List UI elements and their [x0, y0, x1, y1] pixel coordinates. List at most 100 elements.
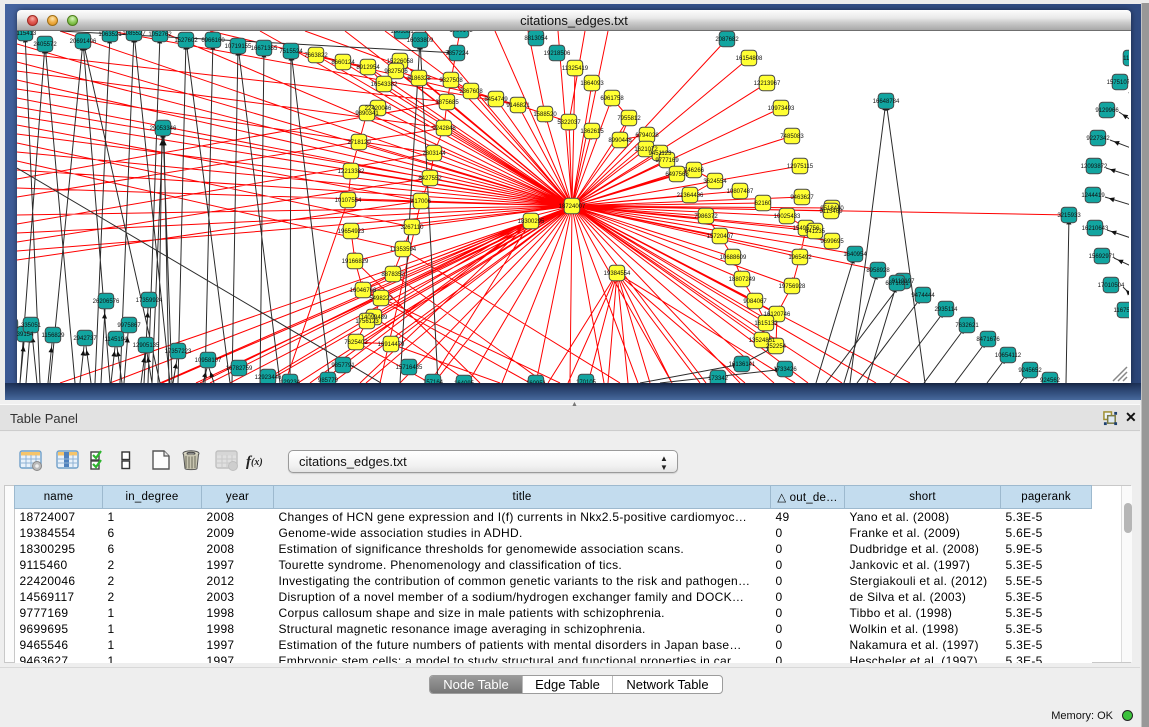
- svg-text:9975867: 9975867: [117, 323, 141, 329]
- svg-text:129234: 129234: [280, 380, 301, 383]
- svg-text:9084067: 9084067: [743, 299, 767, 305]
- svg-text:9242848: 9242848: [432, 126, 456, 132]
- svg-text:9777169: 9777169: [655, 158, 679, 164]
- svg-text:11123: 11123: [1123, 56, 1129, 62]
- svg-text:7986372: 7986372: [694, 214, 718, 220]
- svg-text:19166829: 19166829: [342, 259, 369, 265]
- svg-text:10958107: 10958107: [195, 358, 222, 364]
- svg-text:9146821: 9146821: [506, 103, 530, 109]
- svg-text:3624554: 3624554: [703, 179, 727, 185]
- svg-text:17357223: 17357223: [165, 349, 192, 355]
- svg-text:164095: 164095: [454, 381, 475, 383]
- svg-text:12093872: 12093872: [1081, 164, 1108, 170]
- svg-text:1588520: 1588520: [533, 112, 557, 118]
- svg-text:6497568: 6497568: [665, 172, 689, 178]
- svg-text:39154: 39154: [17, 332, 34, 338]
- svg-text:6794028: 6794028: [635, 133, 659, 139]
- svg-text:417006: 417006: [411, 199, 432, 205]
- svg-text:26206576: 26206576: [93, 299, 120, 305]
- svg-text:7515524: 7515524: [279, 49, 303, 55]
- svg-text:16648784: 16648784: [873, 99, 900, 105]
- svg-text:9827506: 9827506: [384, 69, 408, 75]
- svg-text:252254: 252254: [766, 344, 787, 350]
- svg-text:1063521: 1063521: [98, 32, 122, 38]
- svg-text:1052762: 1052762: [148, 32, 172, 38]
- svg-text:2718120: 2718120: [347, 140, 371, 146]
- svg-text:16046766: 16046766: [350, 288, 377, 294]
- svg-text:7625402: 7625402: [344, 340, 368, 346]
- svg-text:3215933: 3215933: [1057, 213, 1081, 219]
- svg-text:15720407: 15720407: [707, 234, 734, 240]
- svg-text:1362615: 1362615: [580, 129, 604, 135]
- svg-text:10719155: 10719155: [225, 44, 252, 50]
- svg-text:10688609: 10688609: [720, 255, 747, 261]
- svg-text:9451123: 9451123: [649, 151, 673, 157]
- svg-text:1733426: 1733426: [773, 367, 797, 373]
- svg-text:9699695: 9699695: [820, 239, 844, 245]
- svg-text:10973493: 10973493: [768, 106, 795, 112]
- svg-text:1864093: 1864093: [580, 81, 604, 87]
- svg-text:157164: 157164: [423, 380, 444, 383]
- svg-text:29053346: 29053346: [150, 126, 177, 132]
- svg-text:16782759: 16782759: [226, 366, 253, 372]
- svg-text:173342: 173342: [708, 376, 729, 382]
- svg-text:7632621: 7632621: [955, 323, 979, 329]
- svg-text:1090175: 1090175: [449, 31, 473, 34]
- svg-text:12213382: 12213382: [338, 169, 365, 175]
- svg-text:1965492: 1965492: [788, 255, 812, 261]
- svg-text:2367608: 2367608: [459, 89, 483, 95]
- svg-text:6966160: 6966160: [201, 38, 225, 44]
- svg-text:160951: 160951: [526, 381, 547, 383]
- svg-text:335051: 335051: [21, 323, 42, 329]
- svg-text:1085527: 1085527: [122, 31, 146, 37]
- svg-text:16210643: 16210643: [1082, 226, 1109, 232]
- svg-text:15226058: 15226058: [387, 59, 414, 65]
- svg-text:18300295: 18300295: [518, 219, 545, 225]
- svg-text:1756123: 1756123: [355, 319, 379, 325]
- svg-text:10807487: 10807487: [727, 189, 754, 195]
- svg-text:8454749: 8454749: [484, 97, 508, 103]
- svg-text:10654112: 10654112: [995, 353, 1022, 359]
- svg-text:8427552: 8427552: [418, 176, 442, 182]
- svg-text:2405572: 2405572: [33, 42, 57, 48]
- svg-text:6961758: 6961758: [600, 96, 624, 102]
- svg-text:15692971: 15692971: [1089, 254, 1116, 260]
- svg-text:641235: 641235: [805, 229, 826, 235]
- svg-text:10107554: 10107554: [335, 198, 362, 204]
- svg-text:19756928: 19756928: [779, 284, 806, 290]
- svg-text:2803144: 2803144: [422, 151, 446, 157]
- svg-text:(x): (x): [251, 457, 263, 468]
- svg-text:16120746: 16120746: [764, 312, 791, 318]
- svg-text:7663822: 7663822: [304, 53, 328, 59]
- svg-text:5322037: 5322037: [557, 120, 581, 126]
- svg-text:7955812: 7955812: [617, 116, 641, 122]
- svg-text:17359924: 17359924: [136, 298, 163, 304]
- svg-text:21364436: 21364436: [677, 193, 704, 199]
- svg-text:12975115: 12975115: [787, 164, 814, 170]
- svg-text:16136141: 16136141: [729, 362, 756, 368]
- svg-text:9474444: 9474444: [911, 293, 935, 299]
- svg-text:12213967: 12213967: [754, 81, 781, 87]
- svg-text:8878352: 8878352: [381, 272, 405, 278]
- svg-text:2935114: 2935114: [935, 307, 959, 313]
- svg-text:170105: 170105: [576, 380, 597, 383]
- svg-text:2087682: 2087682: [715, 37, 739, 43]
- svg-text:7857224: 7857224: [445, 51, 469, 57]
- svg-text:1167533: 1167533: [1114, 308, 1129, 314]
- svg-text:17010504: 17010504: [1098, 283, 1125, 289]
- svg-text:10025433: 10025433: [774, 214, 801, 220]
- svg-text:8813054: 8813054: [524, 36, 548, 42]
- svg-text:9129966: 9129966: [1095, 108, 1119, 114]
- svg-text:20691406: 20691406: [70, 39, 97, 45]
- svg-text:15716485: 15716485: [396, 365, 423, 371]
- svg-text:6871021: 6871021: [885, 281, 909, 287]
- svg-text:8990448: 8990448: [608, 138, 632, 144]
- svg-text:985779: 985779: [318, 378, 339, 383]
- svg-text:18807249: 18807249: [729, 277, 756, 283]
- svg-text:62160: 62160: [755, 201, 772, 207]
- svg-text:18724007: 18724007: [559, 204, 586, 210]
- svg-text:11325419: 11325419: [562, 66, 589, 72]
- svg-text:16914479: 16914479: [378, 342, 405, 348]
- svg-text:1527602: 1527602: [174, 38, 198, 44]
- svg-text:8186328: 8186328: [407, 76, 431, 82]
